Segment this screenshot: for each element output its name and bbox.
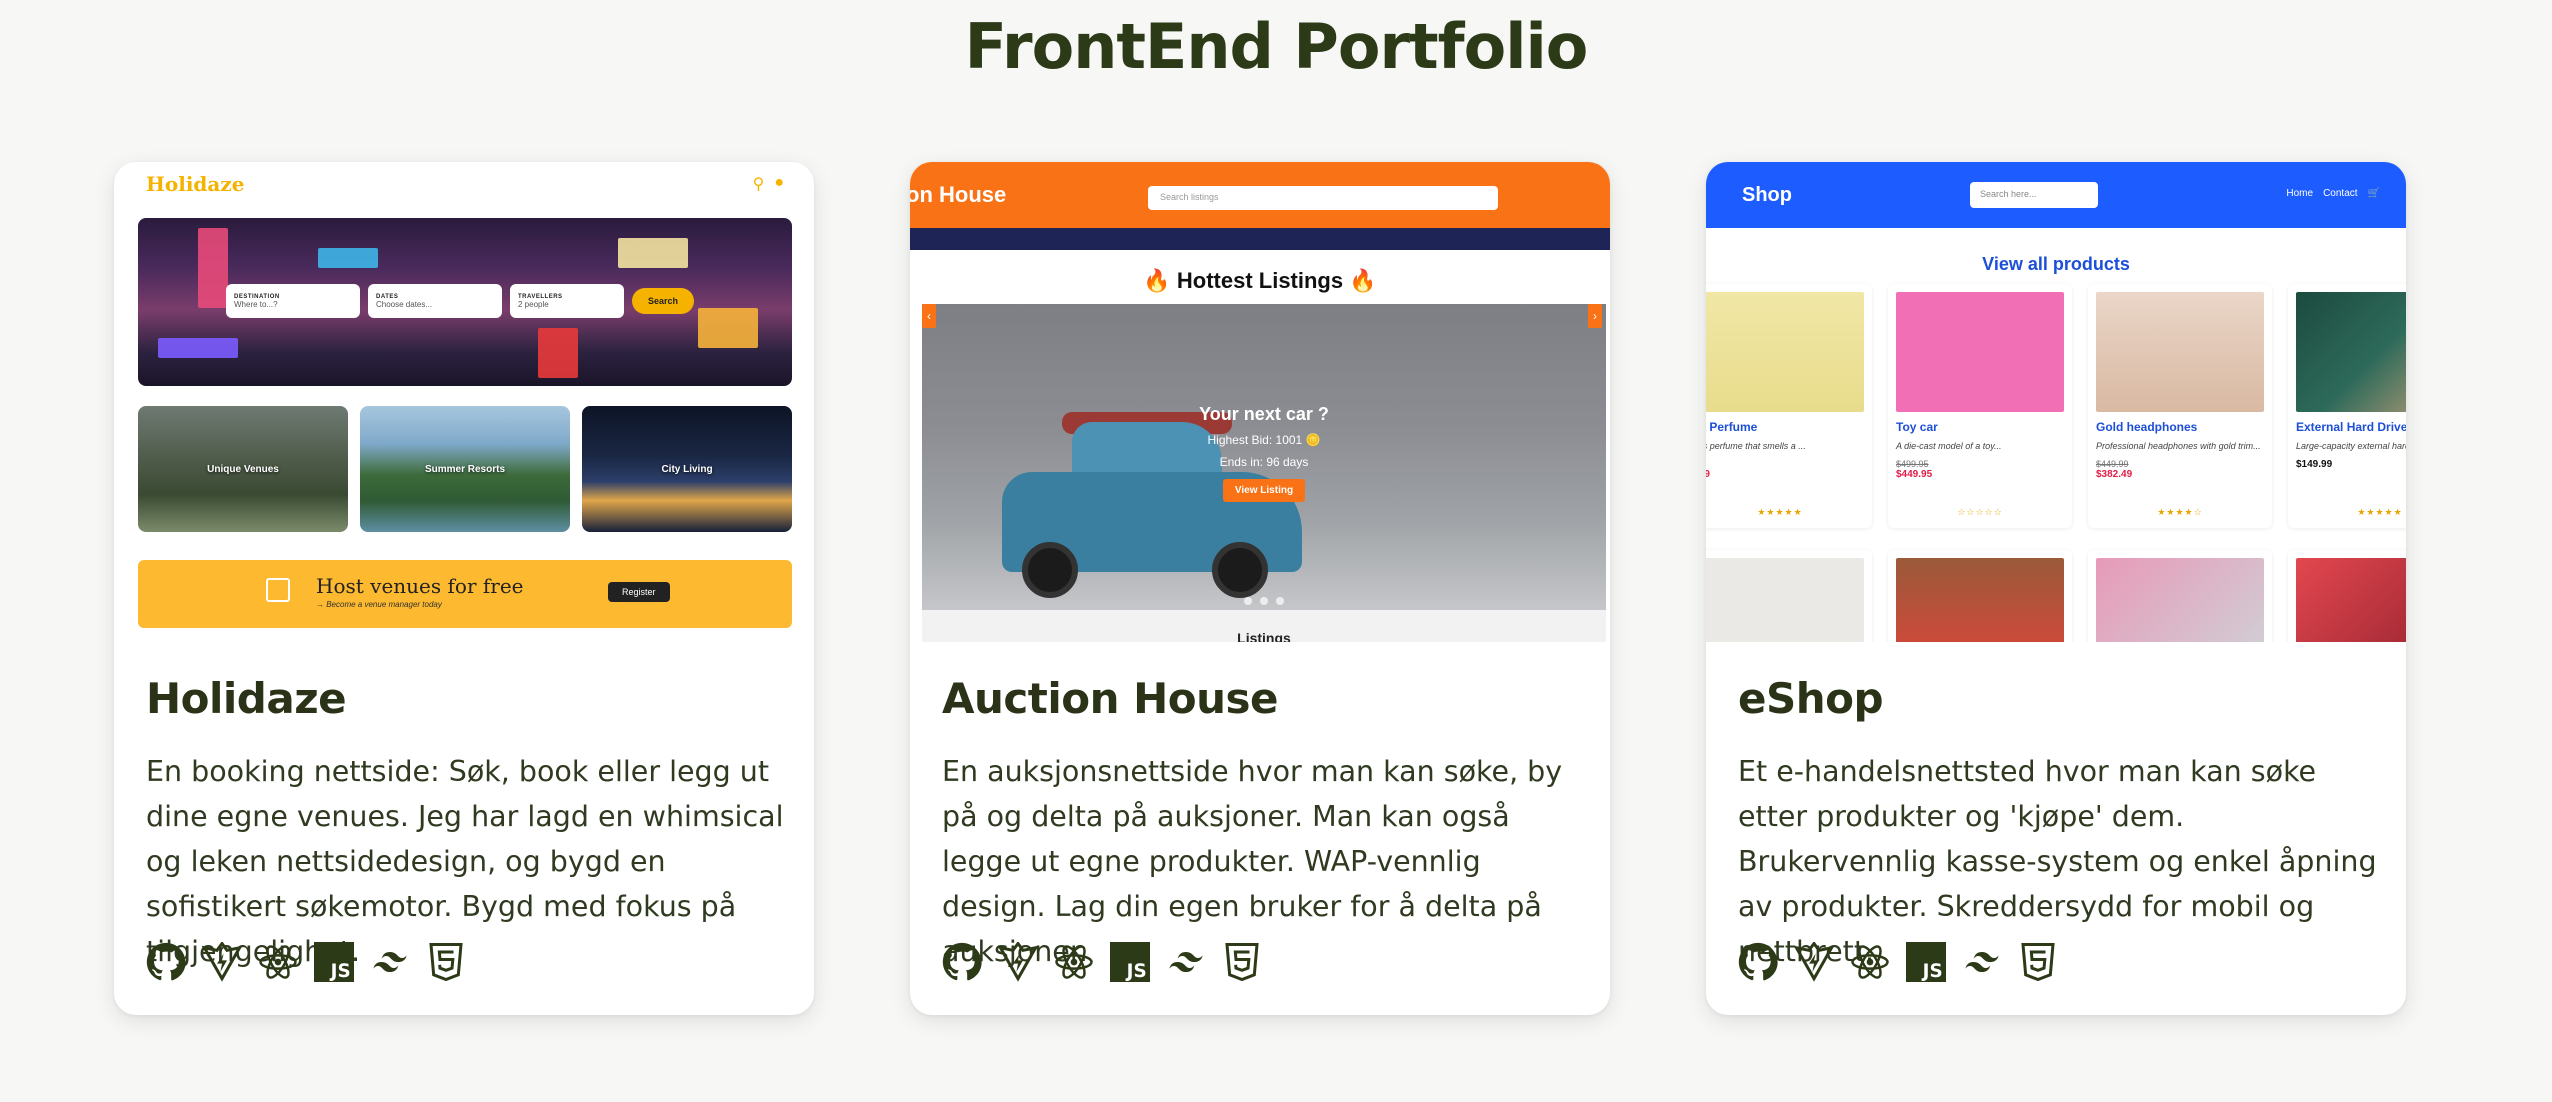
carousel-prev-icon[interactable]: ‹ [922,304,936,328]
tech-stack: JS [146,942,466,982]
search-icon: ⚲ [752,176,765,193]
holidaze-hero-image: DESTINATION Where to...? DATES Choose da… [138,218,792,386]
product-card[interactable] [2088,550,2272,642]
svg-text:JS: JS [329,961,351,982]
product-card[interactable] [1706,550,1872,642]
javascript-icon: JS [1110,942,1150,982]
github-icon [146,942,186,982]
holidaze-header: Holidaze ⚲ ● [114,162,814,214]
product-card[interactable] [1888,550,2072,642]
slide-ends-in: Ends in: 96 days [1219,455,1309,469]
eshop-header: Shop Search here... Home Contact 🛒 [1706,162,2406,228]
project-title[interactable]: eShop [1738,674,2380,723]
svg-text:JS: JS [1125,961,1147,982]
github-icon [942,942,982,982]
auction-header: on House Search listings [910,162,1610,228]
carousel-dots[interactable] [922,592,1606,610]
product-image [2096,292,2264,412]
travellers-field[interactable]: TRAVELLERS 2 people [510,284,624,318]
github-icon [1738,942,1778,982]
tailwind-icon [1166,942,1206,982]
vite-icon [202,942,242,982]
tech-stack: JS [942,942,1262,982]
html5-icon [2018,942,2058,982]
view-listing-button[interactable]: View Listing [1222,479,1306,502]
project-title[interactable]: Auction House [942,674,1584,723]
project-description: Et e-handelsnettsted hvor man kan søke e… [1738,755,2377,968]
react-icon [1054,942,1094,982]
svg-text:JS: JS [1921,961,1943,982]
nav-contact[interactable]: Contact [2323,188,2357,199]
tile-summer-resorts[interactable]: Summer Resorts [360,406,570,532]
slide-highest-bid: Highest Bid: 1001 🪙 [1207,433,1321,447]
vite-icon [1794,942,1834,982]
product-card[interactable]: Gold headphones Professional headphones … [2088,284,2272,528]
project-card-eshop[interactable]: Shop Search here... Home Contact 🛒 View … [1706,162,2406,1015]
react-icon [1850,942,1890,982]
product-image [2096,558,2264,642]
rating-stars: ☆☆☆☆☆ [1957,507,2003,517]
tailwind-icon [1962,942,2002,982]
javascript-icon: JS [1906,942,1946,982]
cart-icon[interactable]: 🛒 [2368,188,2380,199]
product-image [1706,558,1864,642]
hottest-listings-heading: 🔥 Hottest Listings 🔥 [1143,268,1377,293]
vite-icon [998,942,1038,982]
tile-unique-venues[interactable]: Unique Venues [138,406,348,532]
auction-screenshot[interactable]: on House Search listings 🔥 Hottest Listi… [910,162,1610,642]
auction-search-input[interactable]: Search listings [1148,186,1498,210]
page-title: FrontEnd Portfolio [964,10,1589,83]
product-card[interactable]: la Perfume n's perfume that smells a ...… [1706,284,1872,528]
user-icon: ● [774,174,784,191]
eshop-search-input[interactable]: Search here... [1970,182,2098,208]
product-image [2296,292,2406,412]
nav-home[interactable]: Home [2286,188,2313,199]
project-card-holidaze[interactable]: Holidaze ⚲ ● DESTINATION Where to...? DA… [114,162,814,1015]
javascript-icon: JS [314,942,354,982]
rating-stars: ★★★★★ [2357,507,2403,517]
auction-nav-stripe [910,228,1610,250]
product-image [1896,292,2064,412]
banner-subtitle: → Become a venue manager today [316,600,442,609]
project-description: En booking nettside: Søk, book eller leg… [146,755,784,968]
product-card[interactable] [2288,550,2406,642]
holidaze-logo: Holidaze [146,172,245,196]
eshop-screenshot[interactable]: Shop Search here... Home Contact 🛒 View … [1706,162,2406,642]
tile-city-living[interactable]: City Living [582,406,792,532]
map-icon [266,578,290,602]
eshop-logo: Shop [1742,184,1792,206]
product-card[interactable]: Toy car A die-cast model of a toy... $49… [1888,284,2072,528]
project-title[interactable]: Holidaze [146,674,788,723]
listing-carousel[interactable]: Your next car ? Highest Bid: 1001 🪙 Ends… [922,304,1606,610]
rating-stars: ★★★★★ [1757,507,1803,517]
banner-title: Host venues for free [316,574,524,598]
listings-heading: Listings [922,610,1606,642]
register-button[interactable]: Register [608,582,670,602]
carousel-next-icon[interactable]: › [1588,304,1602,328]
project-card-auction-house[interactable]: on House Search listings 🔥 Hottest Listi… [910,162,1610,1015]
slide-title: Your next car ? [1199,404,1329,424]
product-image [1706,292,1864,412]
html5-icon [426,942,466,982]
holidaze-screenshot[interactable]: Holidaze ⚲ ● DESTINATION Where to...? DA… [114,162,814,642]
product-image [1896,558,2064,642]
auction-logo: on House [910,182,1007,207]
dates-field[interactable]: DATES Choose dates... [368,284,502,318]
view-all-products-link[interactable]: View all products [1706,254,2406,275]
holidaze-search-button[interactable]: Search [632,288,695,314]
product-card[interactable]: External Hard Drive Large-capacity exter… [2288,284,2406,528]
tailwind-icon [370,942,410,982]
react-icon [258,942,298,982]
html5-icon [1222,942,1262,982]
host-venues-banner: Host venues for free → Become a venue ma… [138,560,792,628]
tech-stack: JS [1738,942,2058,982]
project-description: En auksjonsnettside hvor man kan søke, b… [942,755,1563,968]
rating-stars: ★★★★☆ [2157,507,2203,517]
product-image [2296,558,2406,642]
destination-field[interactable]: DESTINATION Where to...? [226,284,360,318]
